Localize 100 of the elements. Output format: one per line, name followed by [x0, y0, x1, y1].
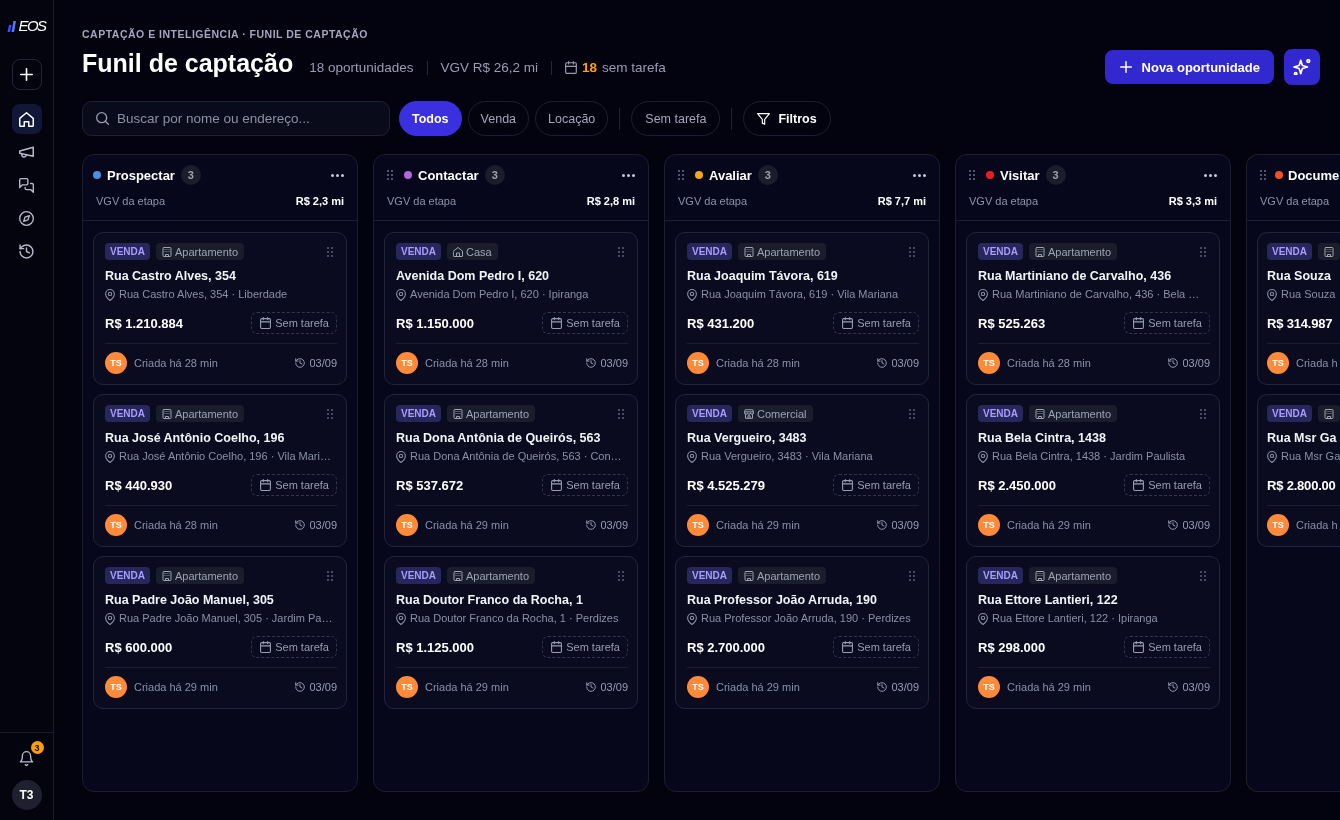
history-icon	[1168, 358, 1179, 368]
drag-handle-icon[interactable]	[1200, 570, 1206, 581]
add-task-button[interactable]: Sem tarefa	[251, 312, 337, 334]
history-icon	[295, 682, 306, 692]
add-task-button[interactable]: Sem tarefa	[542, 636, 628, 658]
drag-handle-icon[interactable]	[618, 408, 624, 419]
deal-card[interactable]: VENDA Apartamento Rua José Antônio Coelho, 196 Rua José Antônio Coelho, 196 · Vila Mari… R$ 440.930 Sem tarefa TS Criada há 28 min 03/09	[93, 394, 347, 547]
add-task-button[interactable]: Sem tarefa	[833, 312, 919, 334]
add-task-button[interactable]: Sem tarefa	[1124, 312, 1210, 334]
property-price: R$ 2.700.000	[687, 639, 766, 655]
calendar-icon	[1133, 317, 1145, 329]
filter-icon	[757, 112, 771, 125]
more-icon[interactable]	[913, 173, 926, 177]
more-icon[interactable]	[622, 173, 635, 177]
add-task-button[interactable]: Sem tarefa	[542, 474, 628, 496]
deal-card[interactable]: VENDA Casa Avenida Dom Pedro I, 620 Avenida Dom Pedro I, 620 · Ipiranga R$ 1.150.000 Sem tarefa TS Criada há 28 min 03/09	[384, 232, 638, 385]
breadcrumb: CAPTAÇÃO E INTELIGÊNCIA · FUNIL DE CAPTAÇÃO	[82, 27, 369, 41]
add-task-button[interactable]: Sem tarefa	[251, 474, 337, 496]
created-time: Criada h	[1296, 519, 1338, 531]
filter-chip[interactable]: Todos	[399, 101, 462, 136]
add-task-button[interactable]: Sem tarefa	[1124, 636, 1210, 658]
deal-card[interactable]: VENDA Rua Msr Ga Rua Msr Ga R$ 2.800.00 TS Criada h	[1257, 394, 1340, 547]
add-task-button[interactable]: Sem tarefa	[542, 312, 628, 334]
chat-icon	[19, 177, 34, 193]
update-date: 03/09	[309, 519, 337, 531]
property-type-label: Apartamento	[175, 245, 238, 258]
owner-avatar: TS	[978, 514, 1000, 536]
more-icon[interactable]	[331, 173, 344, 177]
property-address: Rua Joaquim Távora, 619 · Vila Mariana	[701, 287, 899, 302]
property-price: R$ 298.000	[978, 639, 1046, 655]
calendar-icon	[842, 317, 854, 329]
property-price: R$ 537.672	[396, 477, 464, 493]
location-pin-icon	[978, 612, 988, 625]
property-type-label: Apartamento	[757, 569, 820, 582]
add-task-button[interactable]: Sem tarefa	[833, 636, 919, 658]
deal-type-tag: VENDA	[687, 243, 732, 260]
search-field[interactable]: Buscar por nome ou endereço...	[82, 101, 390, 136]
drag-handle-icon[interactable]	[618, 246, 624, 257]
deal-card[interactable]: VENDA Apartamento Rua Bela Cintra, 1438 Rua Bela Cintra, 1438 · Jardim Paulista R$ 2.450.000 Sem tarefa TS Criada há 29 min 03/09	[966, 394, 1220, 547]
calendar-icon	[260, 479, 272, 491]
property-title: Rua Bela Cintra, 1438	[978, 430, 1107, 446]
drag-handle-icon[interactable]	[327, 570, 333, 581]
drag-handle-icon[interactable]	[909, 246, 915, 257]
deal-card[interactable]: VENDA Apartamento Rua Doutor Franco da Rocha, 1 Rua Doutor Franco da Rocha, 1 · Perdizes R$ 1.125.000 Sem tarefa TS Criada há 29 min 03/09	[384, 556, 638, 709]
drag-handle-icon[interactable]	[327, 408, 333, 419]
drag-handle-icon[interactable]	[327, 246, 333, 257]
drag-handle-icon[interactable]	[1200, 246, 1206, 257]
property-type-label: Apartamento	[175, 569, 238, 582]
store-icon	[744, 408, 754, 419]
deal-card[interactable]: VENDA Comercial Rua Vergueiro, 3483 Rua Vergueiro, 3483 · Vila Mariana R$ 4.525.279 Sem tarefa TS Criada há 29 min 03/09	[675, 394, 929, 547]
location-pin-icon	[1267, 288, 1277, 301]
update-date: 03/09	[600, 357, 628, 369]
deal-card[interactable]: VENDA Apartamento Rua Ettore Lantieri, 122 Rua Ettore Lantieri, 122 · Ipiranga R$ 298.000 Sem tarefa TS Criada há 29 min 03/09	[966, 556, 1220, 709]
add-task-button[interactable]: Sem tarefa	[251, 636, 337, 658]
created-time: Criada há 28 min	[134, 519, 218, 531]
owner-avatar: TS	[978, 676, 1000, 698]
property-title: Rua Msr Ga	[1267, 430, 1338, 446]
deal-card[interactable]: VENDA Apartamento Rua Joaquim Távora, 619 Rua Joaquim Távora, 619 · Vila Mariana R$ 431.200 Sem tarefa TS Criada há 28 min 03/09	[675, 232, 929, 385]
deal-card[interactable]: VENDA Apartamento Rua Castro Alves, 354 Rua Castro Alves, 354 · Liberdade R$ 1.210.884 Sem tarefa TS Criada há 28 min 03/09	[93, 232, 347, 385]
deal-type-tag: VENDA	[396, 567, 441, 584]
created-time: Criada há 28 min	[134, 357, 218, 369]
calendar-icon	[551, 317, 563, 329]
property-address: Rua Doutor Franco da Rocha, 1 · Perdizes	[410, 611, 619, 626]
drag-handle-icon[interactable]	[909, 570, 915, 581]
update-date: 03/09	[891, 357, 919, 369]
drag-handle-icon[interactable]	[1260, 170, 1266, 180]
deal-card[interactable]: VENDA Apartamento Rua Martiniano de Carvalho, 436 Rua Martiniano de Carvalho, 436 · Bela … R$ 525.263 Sem tarefa TS Criada há 28 min 03/09	[966, 232, 1220, 385]
drag-handle-icon[interactable]	[618, 570, 624, 581]
more-icon[interactable]	[1204, 173, 1217, 177]
owner-avatar: TS	[105, 352, 127, 374]
drag-handle-icon[interactable]	[387, 170, 393, 180]
add-task-button[interactable]: Sem tarefa	[833, 474, 919, 496]
compass-icon	[19, 210, 34, 226]
property-address: Rua Bela Cintra, 1438 · Jardim Paulista	[992, 449, 1186, 464]
add-button[interactable]	[11, 59, 42, 90]
sparkle-button[interactable]	[1284, 49, 1320, 85]
location-pin-icon	[396, 450, 406, 463]
stage-count: 3	[484, 165, 505, 185]
property-title: Rua Vergueiro, 3483	[687, 430, 808, 446]
drag-handle-icon[interactable]	[678, 170, 684, 180]
property-price: R$ 2.800.00	[1267, 477, 1336, 493]
logo-text: EOS	[18, 19, 46, 33]
home-button[interactable]	[11, 104, 42, 134]
deal-card[interactable]: VENDA Apartamento Rua Dona Antônia de Queirós, 563 Rua Dona Antônia de Queirós, 563 · Con… R$ 537.672 Sem tarefa TS Criada há 29 min 03/09	[384, 394, 638, 547]
user-avatar[interactable]: T3	[11, 780, 42, 810]
drag-handle-icon[interactable]	[909, 408, 915, 419]
drag-handle-icon[interactable]	[969, 170, 975, 180]
stage-value: R$ 2,8 mi	[586, 194, 635, 207]
deal-card[interactable]: VENDA Rua Souza Rua Souza R$ 314.987 TS Criada h	[1257, 232, 1340, 385]
history-icon	[586, 358, 597, 368]
sparkle-icon	[1293, 59, 1311, 75]
deal-card[interactable]: VENDA Apartamento Rua Padre João Manuel, 305 Rua Padre João Manuel, 305 · Jardim Pa… R$ 600.000 Sem tarefa TS Criada há 29 min 03/09	[93, 556, 347, 709]
bell-icon	[19, 750, 34, 766]
property-type-label: Apartamento	[757, 245, 820, 258]
add-task-button[interactable]: Sem tarefa	[1124, 474, 1210, 496]
deal-card[interactable]: VENDA Apartamento Rua Professor João Arruda, 190 Rua Professor João Arruda, 190 · Perdizes R$ 2.700.000 Sem tarefa TS Criada há 29 min 03/09	[675, 556, 929, 709]
drag-handle-icon[interactable]	[1200, 408, 1206, 419]
new-opportunity-button[interactable]: Nova oportunidade	[1104, 50, 1274, 84]
building-icon	[453, 408, 463, 419]
building-icon	[1035, 408, 1045, 419]
